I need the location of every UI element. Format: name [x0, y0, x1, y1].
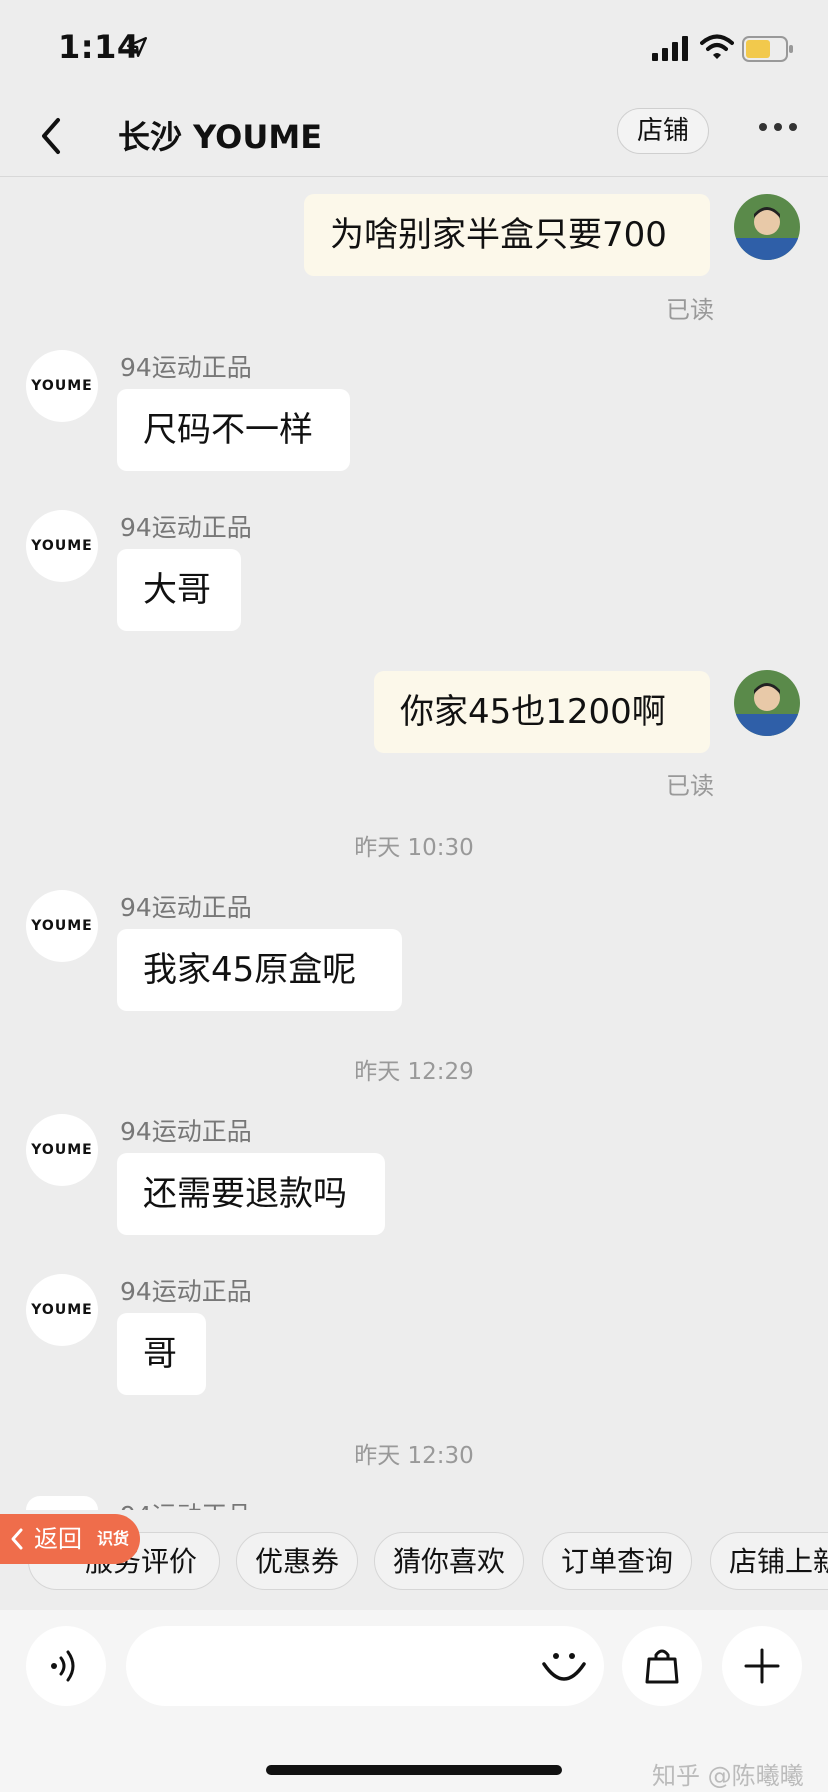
- wifi-icon: [700, 34, 734, 59]
- voice-button[interactable]: [26, 1626, 106, 1706]
- shop-avatar[interactable]: YOUME: [26, 350, 98, 422]
- chat-header: 长沙 YOUME 店铺: [0, 96, 828, 177]
- cellular-signal-icon: [652, 36, 688, 61]
- quick-action-recommendations[interactable]: 猜你喜欢: [374, 1532, 525, 1590]
- sender-name: 94运动正品: [120, 893, 252, 922]
- user-avatar[interactable]: [734, 194, 800, 260]
- message-timestamp: 昨天 12:29: [354, 1059, 474, 1085]
- quick-action-label: 订单查询: [561, 1545, 674, 1578]
- emoji-icon[interactable]: [538, 1638, 590, 1690]
- user-avatar-image: [734, 670, 800, 736]
- user-avatar-image: [734, 194, 800, 260]
- user-avatar[interactable]: [734, 670, 800, 736]
- sender-name-partial: 94运动正品: [120, 1492, 252, 1510]
- return-app-button[interactable]: 返回 识货: [0, 1514, 140, 1564]
- message-input[interactable]: [126, 1626, 604, 1706]
- shop-avatar[interactable]: YOUME: [26, 1114, 98, 1186]
- quick-action-label: 优惠券: [255, 1545, 340, 1578]
- quick-action-label: 猜你喜欢: [393, 1545, 506, 1578]
- message-bubble-incoming[interactable]: 还需要退款吗: [117, 1153, 385, 1235]
- message-bubble-outgoing[interactable]: 你家45也1200啊: [374, 671, 710, 753]
- sender-name: 94运动正品: [120, 1277, 252, 1306]
- app-badge: 识货: [97, 1529, 130, 1548]
- message-bubble-incoming[interactable]: 我家45原盒呢: [117, 929, 402, 1011]
- battery-icon: [742, 36, 793, 62]
- plus-icon: [744, 1648, 780, 1684]
- home-indicator[interactable]: [266, 1765, 562, 1775]
- shop-avatar[interactable]: YOUME: [26, 510, 98, 582]
- shopping-bag-button[interactable]: [622, 1626, 702, 1706]
- watermark: 知乎 @陈曦曦: [652, 1762, 804, 1790]
- message-bubble-incoming[interactable]: 大哥: [117, 549, 241, 631]
- quick-action-order-query[interactable]: 订单查询: [542, 1532, 693, 1590]
- quick-action-new-arrivals[interactable]: 店铺上新: [710, 1532, 828, 1590]
- quick-action-coupons[interactable]: 优惠券: [236, 1532, 359, 1590]
- sender-name: 94运动正品: [120, 1501, 252, 1510]
- read-receipt: 已读: [666, 772, 714, 800]
- chevron-left-icon: [11, 1528, 23, 1550]
- shopping-bag-icon: [645, 1649, 679, 1684]
- message-bubble-outgoing[interactable]: 为啥别家半盒只要700: [304, 194, 710, 276]
- shop-avatar[interactable]: YOUME: [26, 1274, 98, 1346]
- message-timestamp: 昨天 12:30: [354, 1443, 474, 1469]
- shop-button[interactable]: 店铺: [617, 108, 709, 154]
- quick-action-label: 店铺上新: [729, 1545, 828, 1578]
- back-arrow-icon[interactable]: [36, 116, 66, 156]
- sender-name: 94运动正品: [120, 353, 252, 382]
- add-button[interactable]: [722, 1626, 802, 1706]
- status-bar: 1:14: [0, 0, 828, 96]
- chat-title: 长沙 YOUME: [118, 118, 323, 156]
- message-timestamp: 昨天 10:30: [354, 835, 474, 861]
- shop-avatar[interactable]: YOUME: [26, 890, 98, 962]
- return-label: 返回: [34, 1525, 82, 1553]
- location-arrow-icon: [126, 36, 148, 58]
- sender-name: 94运动正品: [120, 1117, 252, 1146]
- voice-icon: [51, 1650, 75, 1682]
- shop-avatar[interactable]: [26, 1496, 98, 1510]
- message-bubble-incoming[interactable]: 哥: [117, 1313, 206, 1395]
- more-options-icon[interactable]: [758, 120, 798, 134]
- sender-name: 94运动正品: [120, 513, 252, 542]
- read-receipt: 已读: [666, 296, 714, 324]
- message-bubble-incoming[interactable]: 尺码不一样: [117, 389, 350, 471]
